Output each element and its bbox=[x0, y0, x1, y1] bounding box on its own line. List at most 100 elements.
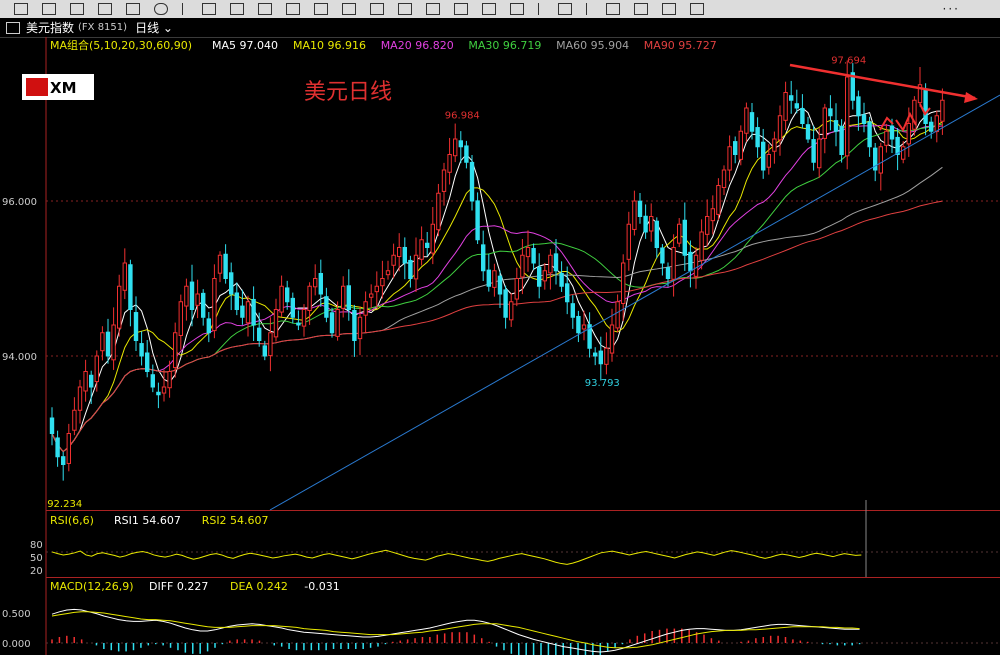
price-tick-label: 96.000 bbox=[2, 197, 37, 208]
instrument-name: 美元指数 bbox=[26, 21, 75, 35]
toolbar-grid-icon[interactable] bbox=[258, 3, 272, 15]
candle-body bbox=[755, 127, 760, 148]
candle-body bbox=[49, 417, 55, 434]
toolbar-back-icon[interactable] bbox=[454, 3, 468, 15]
price-extreme-label: 97.694 bbox=[831, 56, 866, 67]
candle-body bbox=[794, 103, 799, 109]
toolbar-candle-icon[interactable] bbox=[70, 3, 84, 15]
candle-body bbox=[240, 305, 245, 318]
candle-body bbox=[268, 332, 273, 357]
candle-body bbox=[800, 108, 805, 125]
candle-body bbox=[828, 108, 833, 117]
toolbar-channel-icon[interactable] bbox=[634, 3, 648, 15]
chart-title-bar: 美元指数 (FX 8151) 日线 ⌄ bbox=[0, 18, 1000, 38]
toolbar-week-icon[interactable] bbox=[314, 3, 328, 15]
toolbar-ray-icon[interactable] bbox=[606, 3, 620, 15]
candle-body bbox=[581, 324, 587, 330]
candle-body bbox=[867, 121, 872, 148]
candle-body bbox=[822, 107, 827, 139]
candle-body bbox=[251, 298, 256, 326]
candle-body bbox=[766, 154, 771, 168]
macd-legend-item: -0.031 bbox=[304, 580, 339, 593]
candlestick-chart[interactable]: 96.000 94.000 80 50 20 0.500 0.000 97.694 96.98… bbox=[0, 37, 1000, 655]
candle-body bbox=[839, 125, 844, 155]
candle-body bbox=[604, 347, 609, 365]
toolbar-period-icon[interactable] bbox=[202, 3, 216, 15]
candle-body bbox=[906, 123, 911, 145]
candle-body bbox=[929, 121, 934, 132]
candle-body bbox=[710, 208, 715, 222]
period-selector[interactable]: 日线 ⌄ bbox=[135, 19, 173, 36]
candle-body bbox=[329, 312, 335, 334]
candle-body bbox=[738, 130, 743, 160]
toolbar-right-arrow-icon[interactable] bbox=[510, 3, 524, 15]
toolbar-month-icon[interactable] bbox=[342, 3, 356, 15]
candle-body bbox=[733, 141, 738, 155]
chevron-down-icon: ⌄ bbox=[162, 21, 173, 35]
ma-legend-item: MA20 96.820 bbox=[381, 39, 454, 52]
candle-body bbox=[245, 301, 251, 324]
candle-body bbox=[122, 262, 127, 291]
candle-body bbox=[150, 374, 156, 388]
toolbar-left-arrow-icon[interactable] bbox=[482, 3, 496, 15]
candle-body bbox=[503, 289, 508, 318]
toolbar-crosshair-icon[interactable] bbox=[42, 3, 56, 15]
window-menu-icon[interactable] bbox=[6, 21, 20, 34]
toolbar-zoom-in-icon[interactable] bbox=[398, 3, 412, 15]
candle-body bbox=[296, 322, 301, 326]
candle-body bbox=[548, 254, 553, 274]
price-tick-label: 94.000 bbox=[2, 352, 37, 363]
candle-body bbox=[783, 92, 788, 121]
candle-body bbox=[845, 76, 850, 157]
candle-body bbox=[458, 140, 464, 148]
candle-body bbox=[279, 285, 284, 313]
toolbar: ··· bbox=[0, 0, 1000, 18]
toolbar-arrow-icon[interactable] bbox=[558, 3, 572, 15]
candle-body bbox=[486, 269, 492, 287]
toolbar-zoom-out-icon[interactable] bbox=[426, 3, 440, 15]
candle-body bbox=[688, 251, 693, 272]
candle-body bbox=[525, 247, 531, 258]
candle-body bbox=[72, 409, 77, 431]
rsi-tick-label: 20 bbox=[30, 566, 43, 577]
candle-body bbox=[889, 125, 895, 140]
toolbar-settings-icon[interactable] bbox=[690, 3, 704, 15]
ma-legend-item: MA5 97.040 bbox=[212, 39, 278, 52]
toolbar-day-icon[interactable] bbox=[286, 3, 300, 15]
candle-body bbox=[654, 220, 659, 248]
candle-body bbox=[626, 223, 631, 260]
candle-body bbox=[195, 293, 200, 306]
macd-legend-name: MACD(12,26,9) bbox=[50, 580, 134, 593]
candle-body bbox=[369, 293, 374, 298]
toolbar-vline-icon[interactable] bbox=[586, 3, 592, 15]
toolbar-line-icon[interactable] bbox=[182, 3, 188, 15]
ma-legend-item: MA60 95.904 bbox=[556, 39, 629, 52]
candle-body bbox=[257, 327, 262, 342]
candle-body bbox=[509, 301, 514, 321]
candle-body bbox=[357, 316, 363, 340]
rsi-tick-label: 80 bbox=[30, 540, 43, 551]
candle-body bbox=[895, 136, 900, 155]
candle-body bbox=[671, 247, 676, 280]
candle-body bbox=[290, 297, 296, 318]
candle-body bbox=[884, 130, 889, 146]
candle-body bbox=[206, 318, 212, 334]
xm-logo: XM bbox=[22, 74, 94, 100]
candle-body bbox=[111, 324, 116, 361]
candle-body bbox=[66, 433, 71, 464]
toolbar-save-icon[interactable] bbox=[662, 3, 676, 15]
candle-body bbox=[145, 352, 150, 372]
toolbar-window-icon[interactable] bbox=[126, 3, 140, 15]
resistance-trendline bbox=[789, 63, 976, 100]
toolbar-bar-icon[interactable] bbox=[98, 3, 112, 15]
toolbar-list-icon[interactable] bbox=[14, 3, 28, 15]
candle-body bbox=[497, 275, 503, 295]
toolbar-circle-icon[interactable] bbox=[154, 3, 168, 15]
candle-body bbox=[425, 242, 430, 248]
macd-tick-label: 0.000 bbox=[2, 639, 31, 650]
toolbar-more-button[interactable]: ··· bbox=[943, 2, 960, 16]
toolbar-split-icon[interactable] bbox=[230, 3, 244, 15]
toolbar-draw-line-icon[interactable] bbox=[538, 3, 544, 15]
toolbar-quarter-icon[interactable] bbox=[370, 3, 384, 15]
candle-body bbox=[273, 309, 279, 338]
